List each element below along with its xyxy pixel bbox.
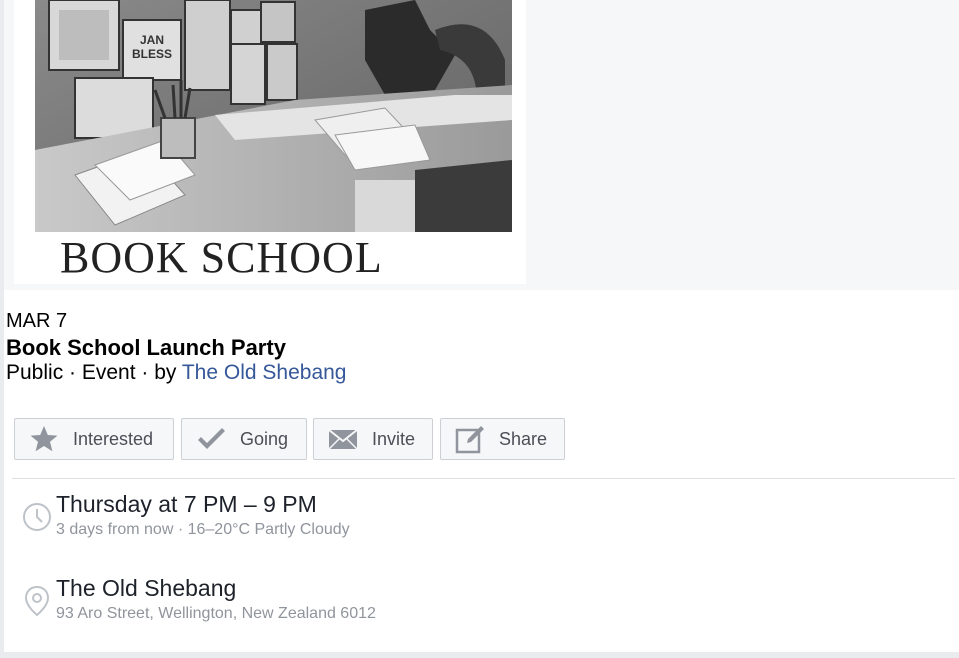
edit-icon: [455, 426, 484, 454]
checkmark-icon: [198, 428, 225, 449]
interested-button[interactable]: Interested: [14, 418, 174, 460]
event-card: MAR 7 Book School Launch Party Public · …: [4, 290, 959, 652]
event-host-link[interactable]: The Old Shebang: [182, 361, 347, 384]
envelope-icon: [328, 429, 358, 450]
invite-label: Invite: [372, 428, 416, 449]
event-location-row[interactable]: The Old Shebang 93 Aro Street, Wellingto…: [22, 574, 622, 634]
svg-text:BLESS: BLESS: [132, 47, 172, 61]
event-meta: Public · Event · by The Old Shebang: [6, 361, 346, 385]
going-button[interactable]: Going: [181, 418, 307, 460]
star-icon: [30, 426, 58, 452]
event-time-row[interactable]: Thursday at 7 PM – 9 PM 3 days from now …: [22, 490, 622, 550]
event-location-name: The Old Shebang: [56, 575, 237, 601]
interested-label: Interested: [73, 428, 154, 449]
cover-photo[interactable]: JAN BLESS: [35, 0, 512, 255]
cover-frame: JAN BLESS BOOK SCHOOL: [14, 0, 526, 284]
event-time: Thursday at 7 PM – 9 PM: [56, 491, 317, 517]
invite-button[interactable]: Invite: [313, 418, 433, 460]
cover-photo-image: JAN BLESS: [35, 0, 512, 255]
event-date: MAR 7: [6, 310, 68, 332]
share-label: Share: [499, 428, 548, 449]
cover-area: JAN BLESS BOOK SCHOOL: [4, 0, 959, 290]
svg-text:JAN: JAN: [140, 33, 164, 47]
event-meta-prefix: Public · Event · by: [6, 361, 182, 384]
divider: [12, 478, 955, 479]
cover-caption: BOOK SCHOOL: [60, 233, 383, 282]
event-time-subtext: 3 days from now · 16–20°C Partly Cloudy: [56, 521, 350, 538]
going-label: Going: [240, 428, 289, 449]
location-pin-icon: [24, 585, 50, 617]
clock-icon: [23, 503, 51, 531]
event-title[interactable]: Book School Launch Party: [6, 336, 286, 360]
event-location-address: 93 Aro Street, Wellington, New Zealand 6…: [56, 605, 376, 622]
event-page: JAN BLESS BOOK SCHOOL MAR 7 Book School …: [0, 0, 959, 658]
share-button[interactable]: Share: [440, 418, 565, 460]
